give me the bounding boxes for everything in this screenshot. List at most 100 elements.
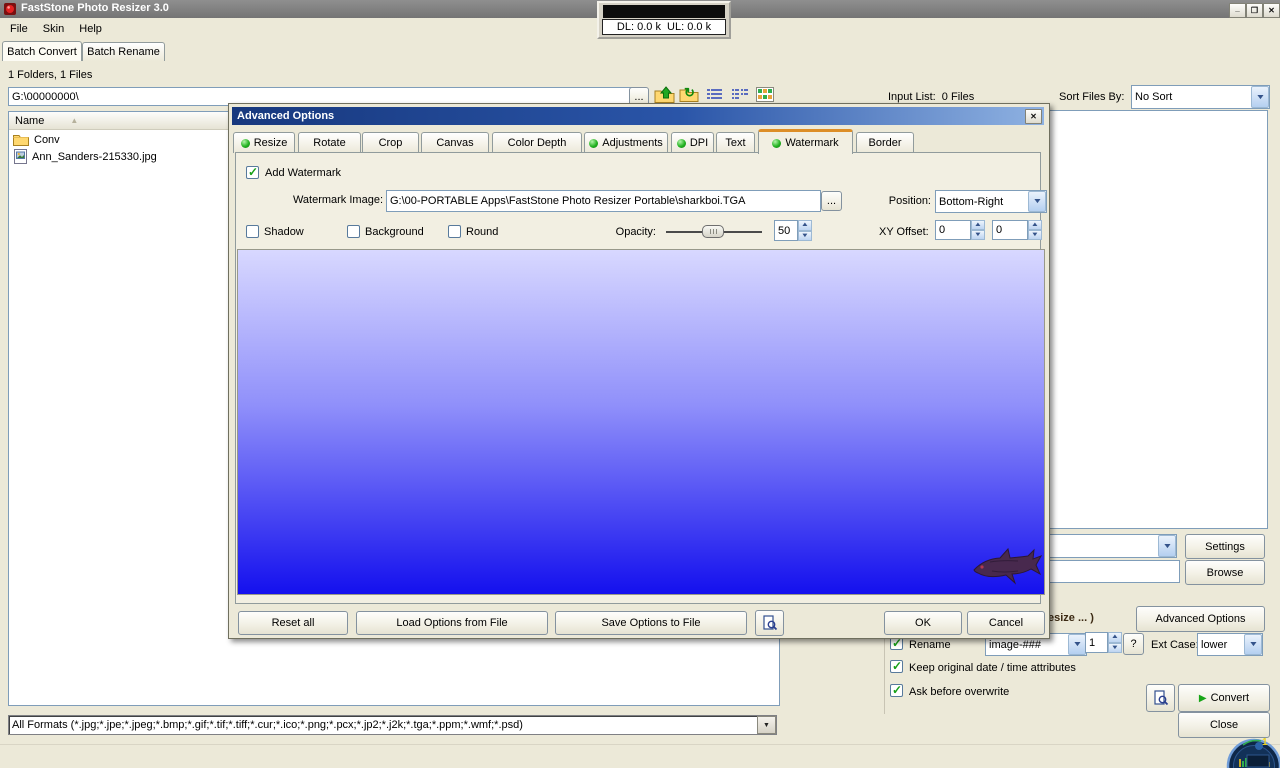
spin-up-icon[interactable]: ▲ xyxy=(1028,220,1042,230)
spin-down-icon[interactable]: ▼ xyxy=(1108,643,1122,654)
window-title: FastStone Photo Resizer 3.0 xyxy=(21,2,169,14)
ask-overwrite-checkbox[interactable]: ✓ xyxy=(890,684,903,697)
spin-up-icon[interactable]: ▲ xyxy=(1108,632,1122,643)
net-monitor-graph xyxy=(603,5,725,18)
list-view-icon[interactable] xyxy=(731,88,748,102)
position-select[interactable]: Bottom-Right ▼ xyxy=(935,190,1047,213)
chevron-down-icon[interactable]: ▼ xyxy=(1158,535,1176,557)
dropdown-arrow-icon[interactable]: ▼ xyxy=(757,716,776,734)
folder-icon xyxy=(13,133,29,146)
shadow-label: Shadow xyxy=(264,226,304,238)
dialog-tab-border[interactable]: Border xyxy=(856,132,914,153)
x-offset-input[interactable]: 0 xyxy=(935,220,971,240)
ext-case-label: Ext Case: xyxy=(1151,639,1199,651)
rename-counter-input[interactable]: 1 xyxy=(1085,632,1108,653)
close-button[interactable]: ✕ xyxy=(1263,3,1280,18)
advanced-options-button[interactable]: Advanced Options xyxy=(1136,606,1265,632)
cancel-button[interactable]: Cancel xyxy=(967,611,1045,635)
dialog-title: Advanced Options xyxy=(237,110,334,122)
opacity-value-input[interactable]: 50 xyxy=(774,220,798,241)
menu-file[interactable]: File xyxy=(4,21,34,37)
app-icon xyxy=(4,3,16,15)
net-monitor-widget[interactable]: DL: 0.0 k UL: 0.0 k xyxy=(597,1,731,39)
ext-case-select[interactable]: lower ▼ xyxy=(1197,633,1263,656)
load-options-button[interactable]: Load Options from File xyxy=(356,611,548,635)
column-name: Name xyxy=(9,115,44,127)
xy-offset-label: XY Offset: xyxy=(879,226,929,238)
dialog-preview-button[interactable] xyxy=(755,610,784,636)
dialog-tab-canvas[interactable]: Canvas xyxy=(421,132,489,153)
folder-refresh-icon[interactable]: ↻ xyxy=(679,86,699,103)
chevron-down-icon[interactable]: ▼ xyxy=(1028,191,1046,212)
folder-summary: 1 Folders, 1 Files xyxy=(8,69,92,81)
menu-help[interactable]: Help xyxy=(73,21,108,37)
spin-down-icon[interactable]: ▼ xyxy=(971,230,985,240)
save-options-button[interactable]: Save Options to File xyxy=(555,611,747,635)
y-offset-stepper[interactable]: ▲ ▼ xyxy=(1028,220,1042,240)
opacity-label: Opacity: xyxy=(596,226,656,238)
chevron-down-icon[interactable]: ▼ xyxy=(1251,86,1269,108)
x-offset-stepper[interactable]: ▲ ▼ xyxy=(971,220,985,240)
round-checkbox[interactable] xyxy=(448,225,461,238)
details-view-icon[interactable] xyxy=(706,88,723,102)
input-list-label: Input List: 0 Files xyxy=(888,91,974,103)
rename-help-button[interactable]: ? xyxy=(1123,633,1144,655)
add-watermark-checkbox[interactable]: ✓ xyxy=(246,166,259,179)
dialog-titlebar[interactable]: Advanced Options ✕ xyxy=(232,107,1044,125)
group-divider xyxy=(884,632,885,714)
dialog-tab-crop[interactable]: Crop xyxy=(362,132,419,153)
settings-button[interactable]: Settings xyxy=(1185,534,1265,559)
shadow-checkbox[interactable] xyxy=(246,225,259,238)
chevron-down-icon[interactable]: ▼ xyxy=(1244,634,1262,655)
status-bar: www.FastStone.org xyxy=(0,744,1280,768)
tab-batch-rename[interactable]: Batch Rename xyxy=(82,42,165,61)
minimize-button[interactable]: _ xyxy=(1229,3,1246,18)
chevron-down-icon[interactable]: ▼ xyxy=(1068,634,1086,655)
tab-batch-convert[interactable]: Batch Convert xyxy=(2,41,82,61)
preview-magnifier-icon xyxy=(1153,690,1169,706)
format-filter-select[interactable]: All Formats (*.jpg;*.jpe;*.jpeg;*.bmp;*.… xyxy=(8,715,777,735)
enabled-led-icon xyxy=(677,139,686,148)
spin-down-icon[interactable]: ▼ xyxy=(1028,230,1042,240)
spin-up-icon[interactable]: ▲ xyxy=(798,220,812,231)
keep-date-checkbox[interactable]: ✓ xyxy=(890,660,903,673)
enabled-led-icon xyxy=(241,139,250,148)
thumbnail-view-icon[interactable] xyxy=(756,87,774,102)
net-monitor-stats: DL: 0.0 k UL: 0.0 k xyxy=(602,19,726,35)
dialog-tab-rotate[interactable]: Rotate xyxy=(298,132,361,153)
spin-up-icon[interactable]: ▲ xyxy=(971,220,985,230)
dialog-tab-text[interactable]: Text xyxy=(716,132,755,153)
dialog-tab-color-depth[interactable]: Color Depth xyxy=(492,132,582,153)
opacity-stepper[interactable]: ▲ ▼ xyxy=(798,220,812,241)
network-gadget[interactable]: 1 xyxy=(1225,737,1280,768)
background-label: Background xyxy=(365,226,424,238)
folder-up-icon[interactable] xyxy=(654,86,675,104)
opacity-slider-handle[interactable] xyxy=(702,225,724,238)
spin-down-icon[interactable]: ▼ xyxy=(798,231,812,242)
dialog-tab-watermark[interactable]: Watermark xyxy=(758,129,853,154)
menu-skin[interactable]: Skin xyxy=(37,21,70,37)
round-label: Round xyxy=(466,226,498,238)
menubar: File Skin Help xyxy=(4,21,108,37)
watermark-browse-button[interactable]: ... xyxy=(821,191,842,211)
y-offset-input[interactable]: 0 xyxy=(992,220,1028,240)
dialog-tab-resize[interactable]: Resize xyxy=(233,132,295,153)
shark-watermark xyxy=(970,546,1042,588)
reset-all-button[interactable]: Reset all xyxy=(238,611,348,635)
sort-files-select[interactable]: No Sort ▼ xyxy=(1131,85,1270,109)
restore-button[interactable]: ❐ xyxy=(1246,3,1263,18)
check-icon: ✓ xyxy=(892,638,902,648)
background-checkbox[interactable] xyxy=(347,225,360,238)
browse-button[interactable]: Browse xyxy=(1185,560,1265,585)
rename-counter-stepper[interactable]: ▲ ▼ xyxy=(1108,632,1122,653)
watermark-image-input[interactable]: G:\00-PORTABLE Apps\FastStone Photo Resi… xyxy=(386,190,821,212)
convert-button[interactable]: ▶ Convert xyxy=(1178,684,1270,712)
sort-asc-icon: ▲ xyxy=(70,116,78,125)
preview-button[interactable] xyxy=(1146,684,1175,712)
app-window: FastStone Photo Resizer 3.0 _ ❐ ✕ DL: 0.… xyxy=(0,0,1280,768)
dialog-tab-dpi[interactable]: DPI xyxy=(671,132,714,153)
dialog-close-button[interactable]: ✕ xyxy=(1025,109,1042,124)
dialog-tab-adjustments[interactable]: Adjustments xyxy=(584,132,668,153)
ok-button[interactable]: OK xyxy=(884,611,962,635)
close-app-button[interactable]: Close xyxy=(1178,712,1270,738)
